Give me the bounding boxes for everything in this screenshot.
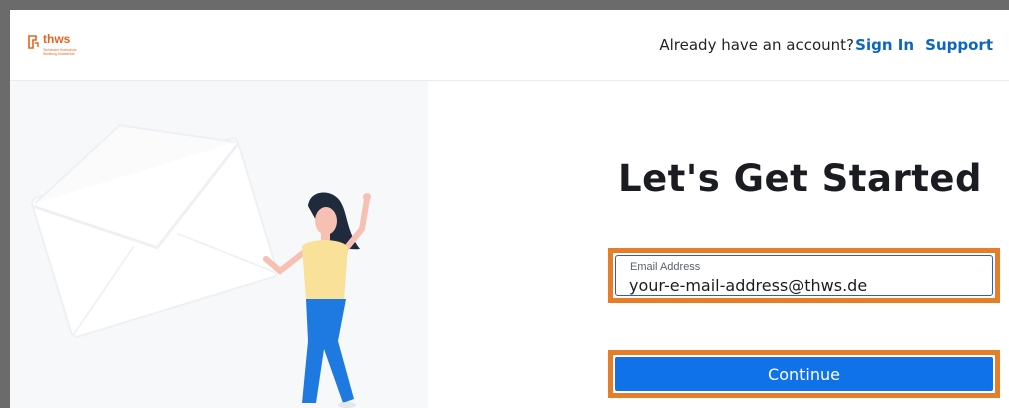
logo-name: thws bbox=[43, 32, 71, 46]
thws-logo[interactable]: thws Technische Hochschule Würzburg-Schw… bbox=[26, 32, 96, 62]
thws-logo-icon bbox=[28, 35, 39, 49]
signup-page: thws Technische Hochschule Würzburg-Schw… bbox=[10, 10, 1009, 408]
woman-waving-illustration bbox=[263, 192, 371, 408]
support-link[interactable]: Support bbox=[925, 36, 993, 54]
email-input[interactable] bbox=[629, 275, 979, 295]
page-title: Let's Get Started bbox=[618, 157, 982, 200]
account-prompt: Already have an account? bbox=[659, 36, 854, 54]
email-field-highlight: Email Address bbox=[608, 248, 1000, 303]
email-field[interactable]: Email Address bbox=[615, 255, 993, 296]
sign-in-link[interactable]: Sign In bbox=[855, 36, 914, 54]
continue-button[interactable]: Continue bbox=[615, 357, 993, 391]
logo-tagline: Technische Hochschule Würzburg-Schweinfu… bbox=[43, 48, 77, 56]
top-navigation-bar: thws Technische Hochschule Würzburg-Schw… bbox=[10, 10, 1009, 81]
email-field-label: Email Address bbox=[630, 261, 701, 273]
continue-button-highlight: Continue bbox=[608, 350, 1000, 398]
illustration-panel bbox=[10, 81, 428, 408]
